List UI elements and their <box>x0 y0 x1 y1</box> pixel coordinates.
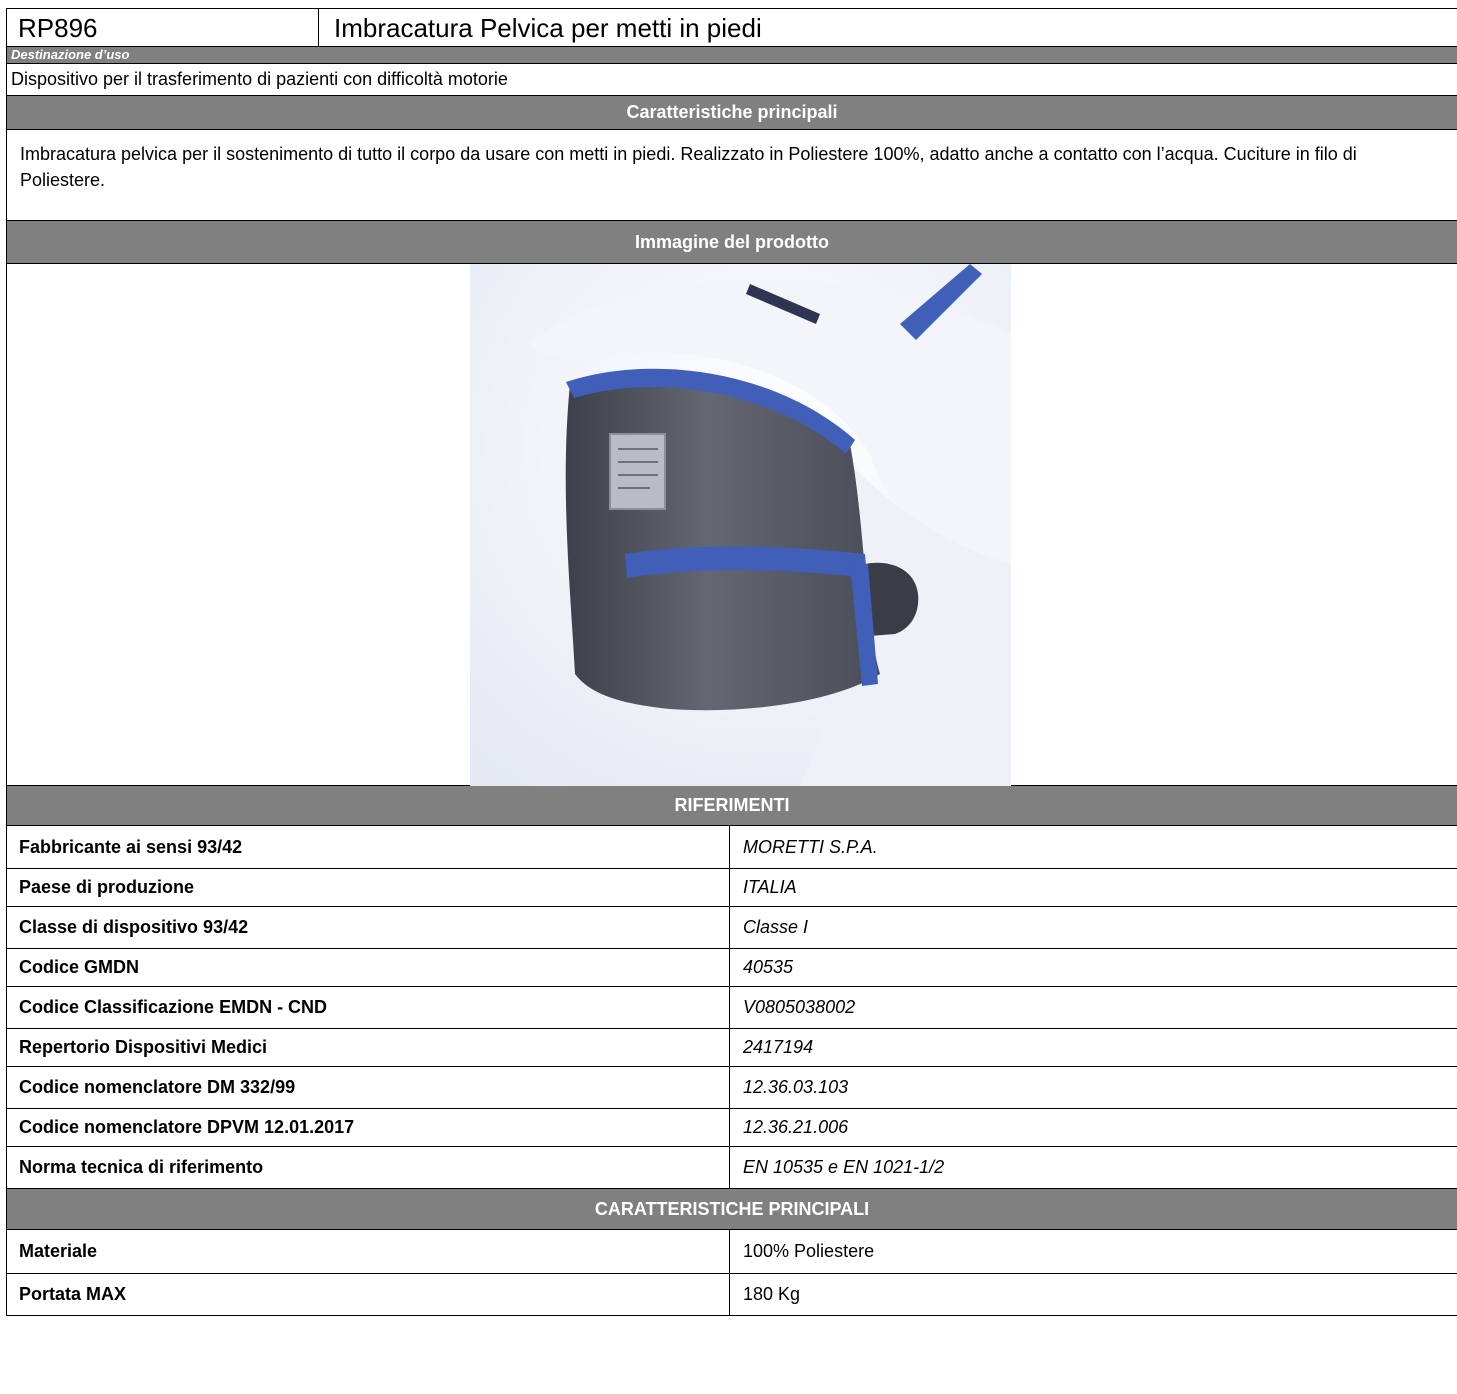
row-value: Classe I <box>743 917 809 937</box>
row-label: Repertorio Dispositivi Medici <box>7 1029 730 1066</box>
table-row: Classe di dispositivo 93/42 Classe I <box>6 907 1457 949</box>
table-row: Fabbricante ai sensi 93/42 MORETTI S.P.A… <box>6 826 1457 869</box>
table-row: Codice GMDN 40535 <box>6 949 1457 987</box>
row-label: Codice Classificazione EMDN - CND <box>7 987 730 1028</box>
row-value: V0805038002 <box>743 997 856 1017</box>
row-label: Classe di dispositivo 93/42 <box>7 907 730 948</box>
purpose-header: Destinazione d’uso <box>6 47 1457 64</box>
table-row: Codice nomenclatore DM 332/99 12.36.03.1… <box>6 1067 1457 1109</box>
table-row: Norma tecnica di riferimento EN 10535 e … <box>6 1147 1457 1189</box>
row-label: Materiale <box>7 1230 730 1273</box>
image-cell <box>6 264 1457 786</box>
features-description: Imbracatura pelvica per il sostenimento … <box>6 130 1457 221</box>
image-header: Immagine del prodotto <box>6 221 1457 264</box>
table-row: Codice nomenclatore DPVM 12.01.2017 12.3… <box>6 1109 1457 1147</box>
product-sheet: RP896 Imbracatura Pelvica per metti in p… <box>6 8 1457 1316</box>
row-label: Norma tecnica di riferimento <box>7 1147 730 1188</box>
row-label: Portata MAX <box>7 1274 730 1315</box>
references-header: RIFERIMENTI <box>6 786 1457 826</box>
table-row: Repertorio Dispositivi Medici 2417194 <box>6 1029 1457 1067</box>
main-specs-header: CARATTERISTICHE PRINCIPALI <box>6 1189 1457 1230</box>
table-row: Portata MAX 180 Kg <box>6 1274 1457 1316</box>
row-value: MORETTI S.P.A. <box>743 837 878 857</box>
product-photo <box>470 264 1011 786</box>
features-header: Caratteristiche principali <box>6 96 1457 130</box>
row-label: Paese di produzione <box>7 869 730 906</box>
product-code: RP896 <box>7 9 319 46</box>
table-row: Materiale 100% Poliestere <box>6 1230 1457 1274</box>
row-value: 40535 <box>743 957 794 977</box>
row-value: ITALIA <box>743 877 797 897</box>
row-value: 12.36.21.006 <box>743 1117 849 1137</box>
row-value: 2417194 <box>743 1037 814 1057</box>
row-label: Codice nomenclatore DPVM 12.01.2017 <box>7 1109 730 1146</box>
row-label: Fabbricante ai sensi 93/42 <box>7 826 730 868</box>
product-name: Imbracatura Pelvica per metti in piedi <box>334 13 762 43</box>
row-value: 100% Poliestere <box>743 1241 875 1261</box>
row-label: Codice nomenclatore DM 332/99 <box>7 1067 730 1108</box>
row-value: EN 10535 e EN 1021-1/2 <box>743 1157 945 1177</box>
row-label: Codice GMDN <box>7 949 730 986</box>
table-row: Codice Classificazione EMDN - CND V08050… <box>6 987 1457 1029</box>
table-row: Paese di produzione ITALIA <box>6 869 1457 907</box>
row-value: 180 Kg <box>743 1284 801 1304</box>
title-row: RP896 Imbracatura Pelvica per metti in p… <box>6 8 1457 47</box>
purpose-text: Dispositivo per il trasferimento di pazi… <box>6 64 1457 96</box>
row-value: 12.36.03.103 <box>743 1077 849 1097</box>
